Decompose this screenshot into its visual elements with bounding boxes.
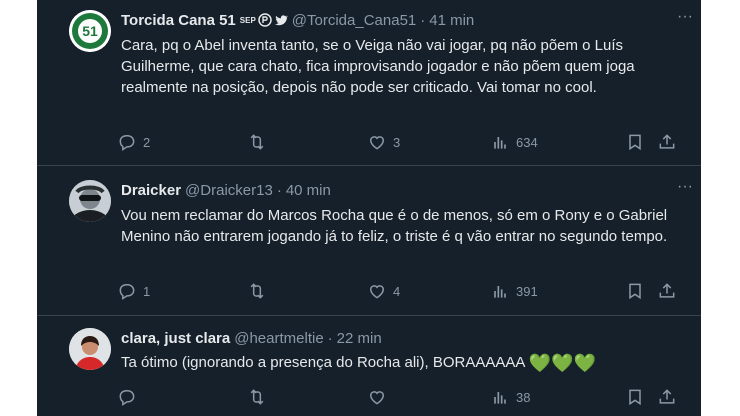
display-name[interactable]: clara, just clara — [121, 330, 230, 347]
retweet-button[interactable] — [247, 386, 273, 408]
profile-badges: SEP — [240, 13, 288, 27]
avatar[interactable]: 51 — [69, 10, 111, 52]
share-button[interactable] — [657, 280, 677, 302]
heart-icon — [369, 391, 385, 405]
user-handle[interactable]: @heartmeltie — [234, 330, 323, 347]
bookmark-icon — [629, 389, 641, 406]
retweet-button[interactable] — [247, 280, 273, 302]
timestamp[interactable]: 40 min — [286, 182, 331, 199]
share-icon — [659, 389, 675, 404]
share-icon — [659, 283, 675, 298]
like-button[interactable]: 4 — [367, 280, 400, 302]
timestamp[interactable]: 41 min — [429, 12, 474, 29]
retweet-icon — [250, 134, 264, 150]
tweet-header: Torcida Cana 51 SEP @Torcida_Cana51 · 41… — [121, 10, 474, 30]
reply-count: 2 — [143, 134, 151, 150]
twitter-bird-icon — [274, 15, 288, 26]
tweet-3[interactable]: clara, just clara @heartmeltie · 22 min … — [37, 316, 701, 416]
avatar[interactable] — [69, 180, 111, 222]
green-heart-emojis: 💚💚💚 — [528, 353, 596, 373]
retweet-icon — [250, 283, 264, 299]
reply-button[interactable] — [117, 386, 143, 408]
views-button[interactable]: 391 — [490, 280, 538, 302]
timestamp[interactable]: 22 min — [337, 330, 382, 347]
like-count: 4 — [393, 283, 401, 299]
tweet-header: clara, just clara @heartmeltie · 22 min — [121, 328, 382, 348]
bookmark-button[interactable] — [625, 280, 645, 302]
reply-icon — [119, 284, 135, 300]
display-name[interactable]: Draicker — [121, 182, 181, 199]
tweet-text-container: Ta ótimo (ignorando a presença do Rocha … — [121, 352, 681, 373]
reply-icon — [119, 135, 135, 151]
reply-button[interactable]: 1 — [117, 280, 150, 302]
p-circle-icon — [258, 13, 272, 27]
person-avatar-icon — [69, 328, 111, 370]
avatar-logo-text: 51 — [82, 23, 98, 39]
separator-dot: · — [327, 329, 333, 347]
display-name[interactable]: Torcida Cana 51 — [121, 12, 236, 29]
torcida-cana-logo-icon: 51 — [69, 10, 111, 52]
avatar[interactable] — [69, 328, 111, 370]
retweet-icon — [250, 389, 264, 405]
heart-icon — [369, 136, 385, 150]
more-options-button[interactable]: ··· — [675, 9, 695, 30]
bookmark-icon — [629, 134, 641, 151]
views-chart-icon — [494, 137, 506, 149]
tweet-actions: 38 — [117, 386, 677, 408]
views-button[interactable]: 634 — [490, 131, 538, 153]
reply-button[interactable]: 2 — [117, 131, 150, 153]
separator-dot: · — [420, 11, 426, 29]
user-handle[interactable]: @Torcida_Cana51 — [292, 12, 416, 29]
tweet-text: Ta ótimo (ignorando a presença do Rocha … — [121, 354, 525, 371]
reply-icon — [119, 390, 135, 406]
like-count: 3 — [393, 134, 401, 150]
views-button[interactable]: 38 — [490, 386, 530, 408]
tweet-header: Draicker @Draicker13 · 40 min — [121, 180, 331, 200]
bookmark-button[interactable] — [625, 131, 645, 153]
like-button[interactable]: 3 — [367, 131, 400, 153]
share-button[interactable] — [657, 131, 677, 153]
timeline-feed: 51 Torcida Cana 51 SEP @Torcida_Cana51 ·… — [37, 0, 701, 416]
views-chart-icon — [494, 392, 506, 404]
views-chart-icon — [494, 286, 506, 298]
reply-count: 1 — [143, 283, 151, 299]
view-count: 38 — [516, 389, 531, 405]
tweet-1[interactable]: 51 Torcida Cana 51 SEP @Torcida_Cana51 ·… — [37, 0, 701, 165]
tweet-text: Vou nem reclamar do Marcos Rocha que é o… — [121, 207, 668, 245]
tweet-actions: 1 4 391 — [117, 280, 677, 302]
like-button[interactable] — [367, 386, 393, 408]
view-count: 391 — [516, 283, 538, 299]
bookmark-button[interactable] — [625, 386, 645, 408]
retweet-button[interactable] — [247, 131, 273, 153]
person-avatar-icon — [69, 180, 111, 222]
sep-badge-icon: SEP — [239, 15, 256, 25]
bookmark-icon — [629, 283, 641, 300]
tweet-2[interactable]: Draicker @Draicker13 · 40 min ··· Vou ne… — [37, 166, 701, 315]
tweet-actions: 2 3 634 — [117, 131, 677, 153]
share-icon — [659, 134, 675, 149]
share-button[interactable] — [657, 386, 677, 408]
user-handle[interactable]: @Draicker13 — [185, 182, 273, 199]
more-options-button[interactable]: ··· — [675, 179, 695, 200]
heart-icon — [369, 285, 385, 299]
view-count: 634 — [516, 134, 538, 150]
tweet-text: Cara, pq o Abel inventa tanto, se o Veig… — [121, 37, 635, 96]
separator-dot: · — [276, 181, 282, 199]
